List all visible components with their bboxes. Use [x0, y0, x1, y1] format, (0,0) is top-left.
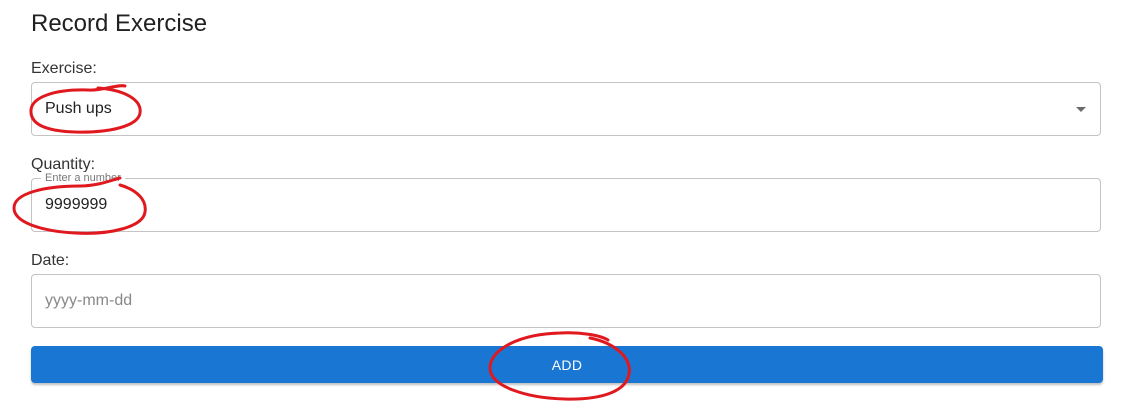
exercise-select[interactable]: Push ups [31, 82, 1101, 136]
chevron-down-icon[interactable] [1076, 107, 1086, 112]
record-exercise-form: Record Exercise Exercise: Push ups Quant… [0, 0, 1129, 405]
exercise-selected-value: Push ups [45, 100, 112, 117]
date-input-placeholder: yyyy-mm-dd [45, 292, 133, 309]
exercise-label: Exercise: [31, 60, 97, 77]
add-button[interactable]: ADD [31, 346, 1103, 383]
date-label: Date: [31, 252, 70, 269]
date-input[interactable]: yyyy-mm-dd [31, 274, 1101, 328]
page-title: Record Exercise [31, 10, 208, 37]
quantity-input[interactable]: Enter a number 9999999 [31, 172, 1101, 232]
quantity-input-legend: Enter a number [41, 172, 125, 184]
quantity-input-value: 9999999 [45, 196, 108, 213]
